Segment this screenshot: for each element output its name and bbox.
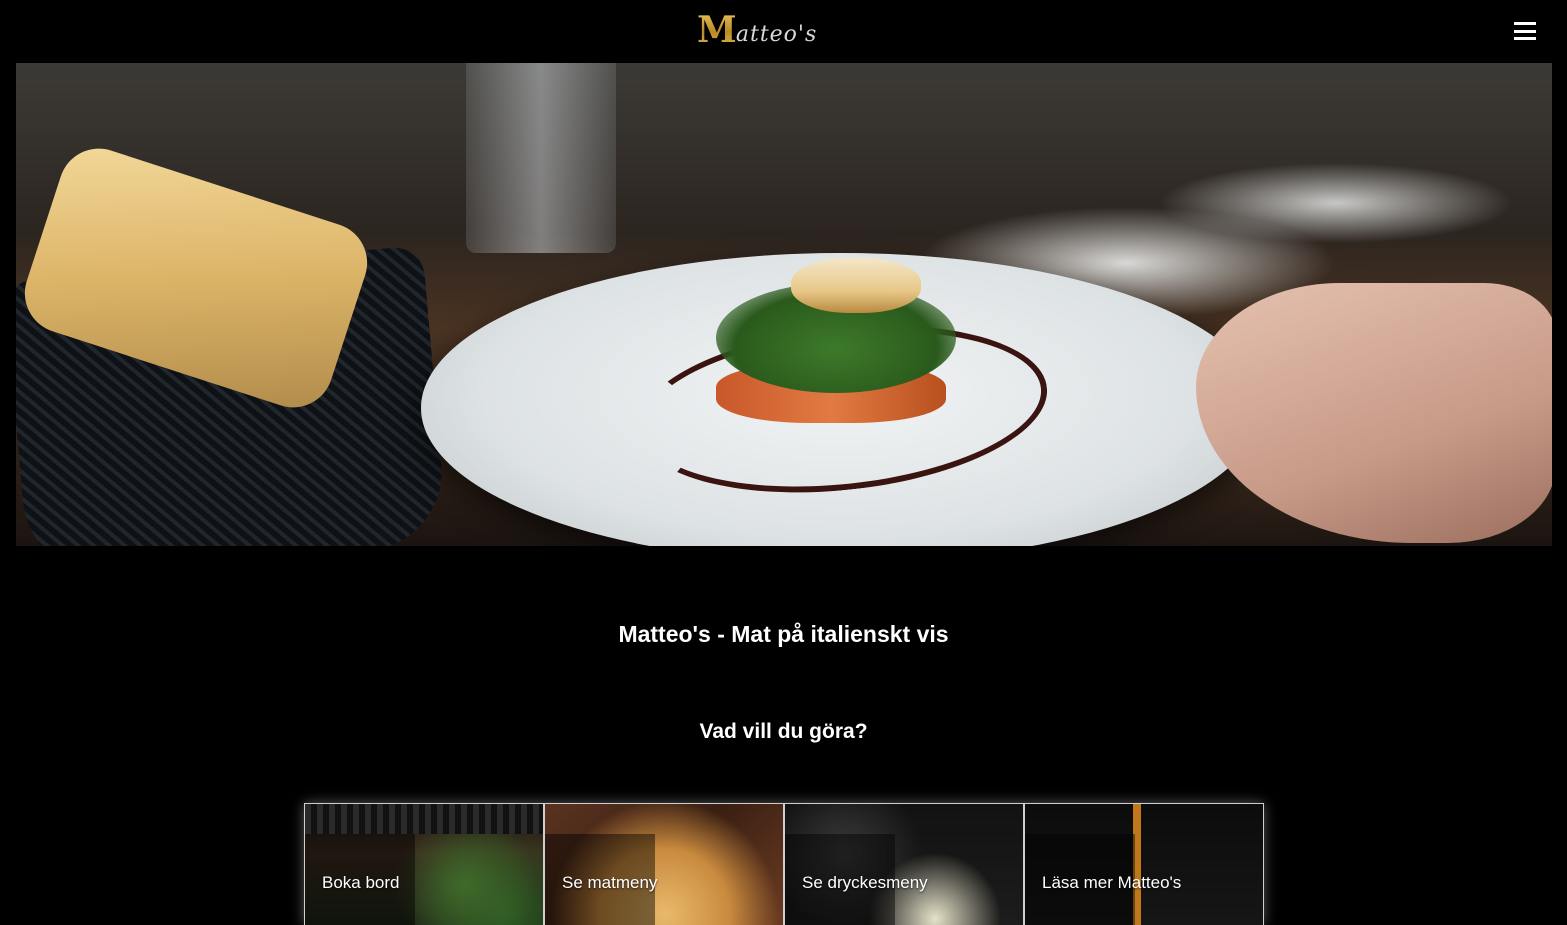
section-subtitle: Vad vill du göra? <box>699 720 868 743</box>
hamburger-line <box>1514 22 1536 25</box>
page-title: Matteo's - Mat på italienskt vis <box>618 621 949 647</box>
tile-label: Läsa mer Matteo's <box>1042 873 1182 892</box>
tile-book-table[interactable]: Boka bord <box>304 803 544 925</box>
hamburger-line <box>1514 29 1536 33</box>
matteos-logo[interactable]: M atteo's <box>697 12 817 48</box>
tile-label: Se dryckesmeny <box>802 873 928 892</box>
action-tiles: Boka bord Se matmeny Se dryckesmeny Läsa… <box>304 803 1264 925</box>
tile-about[interactable]: Läsa mer Matteo's <box>1024 803 1264 925</box>
hamburger-line <box>1514 37 1536 40</box>
tile-drinks-menu[interactable]: Se dryckesmeny <box>784 803 1024 925</box>
hero-hand <box>1196 283 1552 543</box>
hero-fish <box>791 258 921 313</box>
tile-food-menu[interactable]: Se matmeny <box>544 803 784 925</box>
tile-label: Se matmeny <box>562 873 658 892</box>
hero-water-glass <box>466 63 616 253</box>
logo-initial: M <box>697 9 737 51</box>
tile-label: Boka bord <box>322 873 400 892</box>
logo-text: atteo's <box>735 22 818 47</box>
hamburger-icon[interactable] <box>1514 20 1536 42</box>
hero-image <box>16 63 1552 546</box>
top-navigation-bar: M atteo's <box>0 0 1567 63</box>
